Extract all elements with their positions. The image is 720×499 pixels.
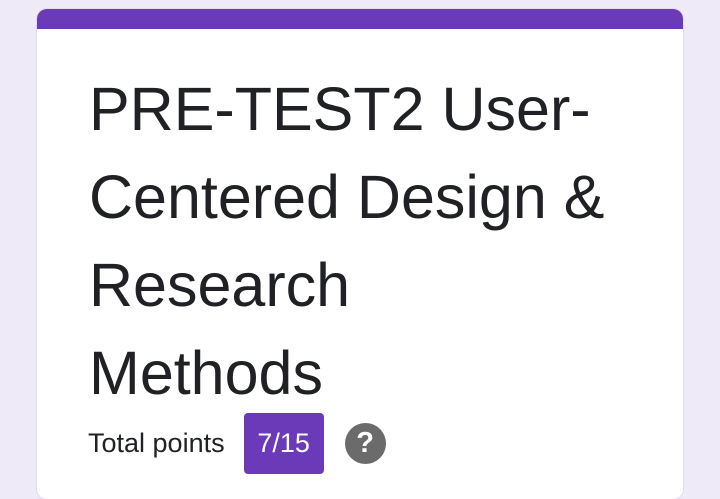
card-accent-bar (37, 9, 683, 29)
form-title: PRE-TEST2 User- Centered Design & Resear… (89, 65, 669, 417)
form-title-line: Research (89, 251, 351, 319)
form-title-line: PRE-TEST2 User- (89, 75, 591, 143)
total-points-row: Total points 7/15 ? (88, 412, 386, 474)
help-icon[interactable]: ? (344, 422, 386, 464)
total-points-label: Total points (88, 427, 225, 458)
form-header-card: PRE-TEST2 User- Centered Design & Resear… (37, 9, 683, 499)
form-title-line: Methods (89, 339, 323, 407)
form-title-line: Centered Design & (89, 163, 605, 231)
score-badge: 7/15 (243, 412, 324, 474)
